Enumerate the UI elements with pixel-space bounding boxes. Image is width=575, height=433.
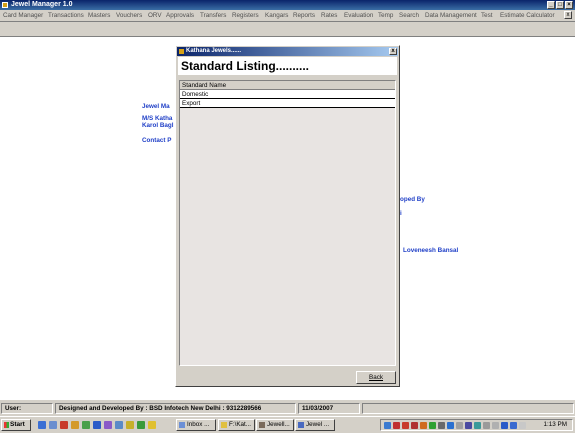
bg-text-contact: Contact P <box>142 137 172 144</box>
status-empty-pane <box>362 403 574 414</box>
minimize-button[interactable]: _ <box>547 1 555 9</box>
tray-icon-blue[interactable] <box>447 422 454 429</box>
tray-icon-antivirus[interactable] <box>393 422 400 429</box>
tray-icon-battery[interactable] <box>438 422 445 429</box>
bg-text-developer-name: Loveneesh Bansal <box>403 247 459 254</box>
status-date: 11/03/2007 <box>298 403 360 414</box>
menu-search[interactable]: Search <box>399 12 419 19</box>
tray-icon-volume[interactable] <box>519 422 526 429</box>
tray-icon-b[interactable] <box>501 422 508 429</box>
menu-card-manager[interactable]: Card Manager <box>3 12 43 19</box>
dialog-title: Kathana Jewels...... <box>186 48 242 54</box>
app-title-bar: Jewel Manager 1.0 _ □ × <box>0 0 575 10</box>
emoticon-icon[interactable] <box>148 421 156 429</box>
menu-transfers[interactable]: Transfers <box>200 12 226 19</box>
dialog-heading: Standard Listing.......... <box>178 57 397 75</box>
menu-rates[interactable]: Rates <box>321 12 337 19</box>
dialog-close-button[interactable]: x <box>389 48 397 55</box>
tray-icon-gray[interactable] <box>456 422 463 429</box>
tray-icon-alert[interactable] <box>420 422 427 429</box>
jewel-task-icon <box>298 422 304 428</box>
folder-icon[interactable] <box>71 421 79 429</box>
status-user: User: <box>1 403 53 414</box>
menu-orv[interactable]: ORV <box>148 12 162 19</box>
menu-data-management[interactable]: Data Management <box>425 12 477 19</box>
tray-icon-messenger[interactable] <box>510 422 517 429</box>
inbox-icon <box>179 422 185 428</box>
column-header-standard-name[interactable]: Standard Name <box>180 81 395 90</box>
app-quicklaunch-icon[interactable] <box>82 421 90 429</box>
menu-kangars[interactable]: Kangars <box>265 12 288 19</box>
start-label: Start <box>10 421 25 428</box>
standard-listing-dialog: Kathana Jewels...... x Standard Listing.… <box>175 45 400 387</box>
menu-masters[interactable]: Masters <box>88 12 110 19</box>
windows-flag-icon <box>4 422 9 428</box>
tray-icon-display[interactable] <box>465 422 472 429</box>
standards-grid[interactable]: Standard Name Domestic Export <box>179 80 396 366</box>
bg-text-address: Karol Bagl <box>142 122 174 129</box>
taskbar: Start Inbox ... F:\Kat... Jewell... Jewe… <box>0 416 575 433</box>
dialog-icon <box>179 49 184 54</box>
tray-icon-cloud[interactable] <box>483 422 490 429</box>
menu-registers[interactable]: Registers <box>232 12 259 19</box>
dialog-title-bar: Kathana Jewels...... x <box>177 47 398 56</box>
clock[interactable]: 1:13 PM <box>544 420 567 430</box>
tray-icon-sync[interactable] <box>474 422 481 429</box>
status-bar: User: Designed and Developed By : BSD In… <box>0 399 575 417</box>
system-tray: 1:13 PM <box>380 419 573 431</box>
task-jewel-label: Jewel ... <box>306 421 330 428</box>
tray-icon-app[interactable] <box>402 422 409 429</box>
menu-temp[interactable]: Temp <box>378 12 393 19</box>
task-inbox[interactable]: Inbox ... <box>176 419 216 431</box>
jewell-task-icon <box>259 422 265 428</box>
bg-text-jewel: Jewel Ma <box>142 103 170 110</box>
music-icon[interactable] <box>104 421 112 429</box>
menu-vouchers[interactable]: Vouchers <box>116 12 142 19</box>
task-jewell[interactable]: Jewell... <box>256 419 294 431</box>
media-icon[interactable] <box>60 421 68 429</box>
mdi-close-button[interactable]: x <box>564 11 572 19</box>
close-window-button[interactable]: × <box>565 1 573 9</box>
messenger-icon[interactable] <box>115 421 123 429</box>
menu-estimate-calculator[interactable]: Estimate Calculator <box>500 12 555 19</box>
notes-icon[interactable] <box>126 421 134 429</box>
bg-text-company: M/S Katha <box>142 115 173 122</box>
bg-text-fragment: i <box>400 210 402 217</box>
status-designer: Designed and Developed By : BSD Infotech… <box>55 403 296 414</box>
task-folder[interactable]: F:\Kat... <box>218 419 255 431</box>
menu-bar: Card Manager Transactions Masters Vouche… <box>0 10 575 22</box>
menu-approvals[interactable]: Approvals <box>166 12 194 19</box>
bg-text-developed-by: oped By <box>400 196 425 203</box>
menu-test[interactable]: Test <box>481 12 493 19</box>
start-button[interactable]: Start <box>1 419 31 431</box>
app-title: Jewel Manager 1.0 <box>11 1 73 8</box>
ie-icon[interactable] <box>38 421 46 429</box>
grid-row-domestic[interactable]: Domestic <box>180 90 395 99</box>
tray-icon-printer[interactable] <box>492 422 499 429</box>
menu-transactions[interactable]: Transactions <box>48 12 84 19</box>
app-icon <box>2 2 8 8</box>
tray-icon-m[interactable] <box>411 422 418 429</box>
desktop-icon[interactable] <box>49 421 57 429</box>
toolbar-strip <box>0 22 575 37</box>
task-folder-label: F:\Kat... <box>229 421 252 428</box>
menu-reports[interactable]: Reports <box>293 12 315 19</box>
grid-row-export[interactable]: Export <box>180 99 395 108</box>
back-button[interactable]: Back <box>356 371 396 384</box>
tray-icon-network[interactable] <box>384 422 391 429</box>
excel-icon[interactable] <box>137 421 145 429</box>
tray-icon-green[interactable] <box>429 422 436 429</box>
maximize-button[interactable]: □ <box>556 1 564 9</box>
folder-task-icon <box>221 422 227 428</box>
task-inbox-label: Inbox ... <box>187 421 210 428</box>
menu-evaluation[interactable]: Evaluation <box>344 12 373 19</box>
word-icon[interactable] <box>93 421 101 429</box>
task-jewel[interactable]: Jewel ... <box>295 419 335 431</box>
task-jewell-label: Jewell... <box>267 421 290 428</box>
